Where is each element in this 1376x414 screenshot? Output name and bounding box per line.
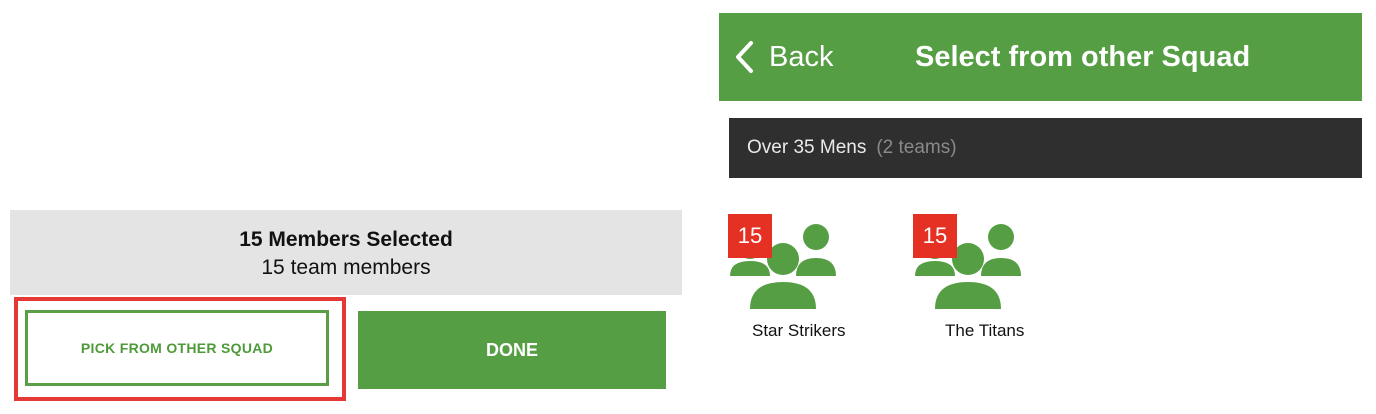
- squad-section-header[interactable]: Over 35 Mens (2 teams): [729, 118, 1362, 178]
- selection-summary: 15 Members Selected 15 team members: [10, 210, 682, 295]
- chevron-left-icon: [736, 41, 753, 73]
- team-tile-star-strikers[interactable]: 15 Star Strikers: [728, 214, 888, 344]
- selected-count-subtitle: 15 team members: [261, 256, 431, 279]
- team-tile-the-titans[interactable]: 15 The Titans: [913, 214, 1073, 344]
- done-button[interactable]: DONE: [358, 311, 666, 389]
- team-name: The Titans: [945, 321, 1025, 340]
- navigation-bar: Back Select from other Squad: [719, 13, 1362, 101]
- back-button[interactable]: Back: [733, 13, 833, 101]
- member-count-badge: 15: [728, 214, 772, 258]
- selected-count-title: 15 Members Selected: [239, 228, 453, 251]
- back-label: Back: [769, 40, 834, 73]
- squad-name: Over 35 Mens: [747, 137, 867, 158]
- pick-from-other-squad-button[interactable]: PICK FROM OTHER SQUAD: [25, 310, 329, 386]
- team-name: Star Strikers: [752, 321, 846, 340]
- page-title: Select from other Squad: [915, 40, 1251, 73]
- squad-team-count: (2 teams): [876, 137, 957, 158]
- member-count-badge: 15: [913, 214, 957, 258]
